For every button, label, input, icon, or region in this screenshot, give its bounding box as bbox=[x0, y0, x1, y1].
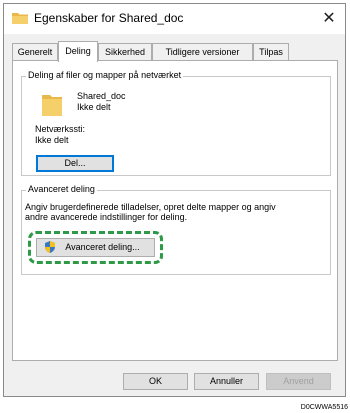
folder-share-status: Ikke delt bbox=[77, 102, 111, 112]
network-sharing-group: Deling af filer og mapper på netværket S… bbox=[21, 70, 331, 176]
tab-tilpas[interactable]: Tilpas bbox=[253, 43, 289, 60]
cancel-button[interactable]: Annuller bbox=[194, 373, 259, 390]
ok-button[interactable]: OK bbox=[123, 373, 188, 390]
close-icon: ✕ bbox=[322, 10, 336, 27]
tab-strip: Generelt Deling Sikkerhed Tidligere vers… bbox=[12, 41, 342, 62]
advanced-sharing-description-1: Angiv brugerdefinerede tilladelser, opre… bbox=[25, 202, 276, 212]
advanced-sharing-title: Avanceret deling bbox=[26, 184, 97, 194]
apply-button[interactable]: Anvend bbox=[266, 373, 331, 390]
tab-deling[interactable]: Deling bbox=[58, 41, 98, 62]
folder-icon bbox=[42, 95, 62, 116]
tab-sikkerhed[interactable]: Sikkerhed bbox=[98, 43, 152, 60]
title-bar: Egenskaber for Shared_doc ✕ bbox=[4, 4, 345, 34]
network-path-label: Netværkssti: bbox=[35, 124, 86, 134]
tab-generelt[interactable]: Generelt bbox=[12, 43, 58, 60]
tab-tidligere-versioner[interactable]: Tidligere versioner bbox=[152, 43, 253, 60]
folder-name: Shared_doc bbox=[77, 91, 126, 101]
network-path-value: Ikke delt bbox=[35, 135, 69, 145]
close-button[interactable]: ✕ bbox=[317, 8, 341, 30]
properties-dialog: Egenskaber for Shared_doc ✕ Generelt Del… bbox=[3, 3, 346, 397]
tab-panel-deling: Deling af filer og mapper på netværket S… bbox=[12, 60, 338, 361]
highlight-frame bbox=[28, 231, 163, 264]
advanced-sharing-description-2: andre avancerede indstillinger for delin… bbox=[25, 212, 188, 222]
network-sharing-title: Deling af filer og mapper på netværket bbox=[26, 70, 184, 80]
window-title: Egenskaber for Shared_doc bbox=[34, 11, 184, 25]
folder-icon bbox=[12, 13, 28, 24]
share-button[interactable]: Del... bbox=[36, 155, 114, 172]
figure-caption: D0CWWA5516 bbox=[300, 404, 348, 411]
